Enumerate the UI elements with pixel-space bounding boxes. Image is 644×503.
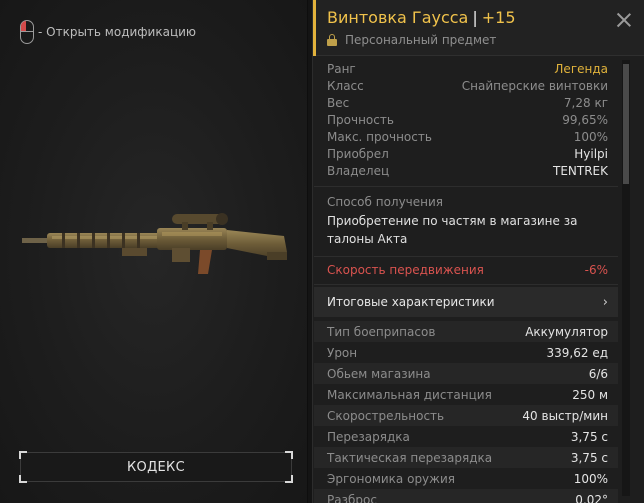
stat-row: Разброс 0,02° <box>314 489 618 503</box>
acquisition-section: Способ получения Приобретение по частям … <box>314 187 618 257</box>
stat-row: Тип боеприпасов Аккумулятор <box>314 321 618 342</box>
close-icon[interactable] <box>616 12 632 28</box>
item-name: Винтовка Гаусса <box>327 8 469 27</box>
info-row-durability: Прочность 99,65% <box>327 113 608 127</box>
movement-speed-value: -6% <box>584 263 608 277</box>
lock-icon <box>327 34 337 46</box>
scrollbar-thumb[interactable] <box>623 64 629 184</box>
header-accent-bar <box>313 0 316 56</box>
info-row-rank: Ранг Легенда <box>327 62 608 76</box>
info-row-max-durability: Макс. прочность 100% <box>327 130 608 144</box>
movement-speed-section: Скорость передвижения -6% <box>314 257 618 285</box>
stat-row: Перезарядка 3,75 с <box>327 429 608 444</box>
info-row-weight: Вес 7,28 кг <box>327 96 608 110</box>
chevron-right-icon: › <box>602 294 608 310</box>
personal-item-label: Персональный предмет <box>345 33 497 47</box>
stats-list: Тип боеприпасов Аккумулятор Урон 339,62 ед… <box>314 317 618 503</box>
weapon-preview-panel: - Открыть модификацию КОДЕКС <box>0 0 308 503</box>
codex-button[interactable]: КОДЕКС <box>19 451 293 483</box>
stat-row: Обьем магазина 6/6 <box>314 363 618 384</box>
stat-row: Эргономика оружия 100% <box>327 471 608 486</box>
stat-row: Урон 339,62 ед <box>327 345 608 360</box>
item-title: Винтовка Гаусса | +15 <box>327 8 516 27</box>
item-header: Винтовка Гаусса | +15 Персональный предмет <box>313 0 644 56</box>
item-details-panel: Винтовка Гаусса | +15 Персональный предмет… <box>312 0 644 503</box>
basic-info-section: Ранг Легенда Класс Снайперские винтовки Ве… <box>314 57 618 187</box>
total-stats-label: Итоговые характеристики <box>327 294 495 309</box>
stat-row: Тактическая перезарядка 3,75 с <box>314 447 618 468</box>
info-row-owner: Владелец TENTREK <box>327 164 608 178</box>
open-mod-hint-text: - Открыть модификацию <box>38 25 197 39</box>
acquisition-label: Способ получения <box>327 195 444 209</box>
item-subtitle: Персональный предмет <box>327 33 496 47</box>
open-mod-hint[interactable]: - Открыть модификацию <box>20 20 196 44</box>
details-scrollbar[interactable] <box>622 60 630 496</box>
codex-button-label: КОДЕКС <box>127 459 185 475</box>
total-stats-row[interactable]: Итоговые характеристики › <box>314 287 618 317</box>
mouse-left-click-icon <box>20 20 34 44</box>
title-separator: | <box>472 8 478 27</box>
item-upgrade-level: +15 <box>481 8 516 27</box>
stat-row: Скорострельность 40 выстр/мин <box>314 405 618 426</box>
gauss-rifle-image[interactable] <box>22 200 292 300</box>
info-row-purchased-by: Приобрел Hyilpi <box>327 147 608 161</box>
item-details-content[interactable]: Ранг Легенда Класс Снайперские винтовки Ве… <box>314 57 618 503</box>
stat-row: Максимальная дистанция 250 м <box>327 387 608 402</box>
info-row-class: Класс Снайперские винтовки <box>327 79 608 93</box>
acquisition-text: Приобретение по частям в магазине за тал… <box>327 214 578 246</box>
movement-speed-label: Скорость передвижения <box>327 263 484 277</box>
